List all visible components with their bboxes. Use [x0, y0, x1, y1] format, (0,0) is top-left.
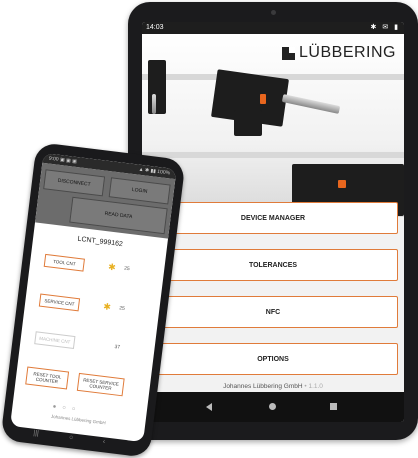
- tablet-camera: [271, 10, 276, 15]
- status-icons: ✱ ✉ ▮: [370, 24, 400, 31]
- tablet-nav-bar: [142, 392, 404, 422]
- machine-rod: [152, 94, 156, 114]
- recent-apps-icon[interactable]: |||: [33, 430, 39, 438]
- tool-count-value: 25: [123, 265, 130, 273]
- company-name: Johannes Lübbering GmbH: [223, 383, 303, 390]
- tolerances-button[interactable]: TOLERANCES: [148, 249, 398, 281]
- device-manager-button[interactable]: DEVICE MANAGER: [148, 202, 398, 234]
- reset-tool-counter-button[interactable]: RESET TOOL COUNTER: [25, 366, 70, 390]
- machine-count-value: 37: [114, 343, 121, 351]
- tool-cnt-button[interactable]: TOOL CNT: [43, 253, 85, 272]
- machine-part: [148, 60, 166, 114]
- page-indicator: ●○○: [52, 403, 82, 414]
- home-icon[interactable]: [269, 403, 276, 410]
- machine-part: [234, 110, 262, 136]
- phone-screen: 9:00 ▣ ▣ ▣ ▲ ✱ ▮▮ 100% DISCONNECT LOGIN …: [10, 152, 177, 443]
- status-time: 14:03: [146, 24, 164, 31]
- shelf: [142, 152, 404, 158]
- gear-icon: ✱: [102, 301, 112, 313]
- tablet-screen: 14:03 ✱ ✉ ▮ LÜBBERING DEVICE MANAGER TOL…: [142, 22, 404, 422]
- service-cnt-button[interactable]: SERVICE CNT: [38, 293, 81, 312]
- back-icon[interactable]: [206, 403, 212, 411]
- brand-logo: LÜBBERING: [282, 44, 396, 62]
- machine-rod: [281, 94, 341, 114]
- machine-detail: [338, 180, 346, 188]
- reset-service-counter-button[interactable]: RESET SERVICE COUNTER: [76, 372, 125, 397]
- gear-icon: ✱: [107, 261, 117, 273]
- machine-cnt-button[interactable]: MACHINE CNT: [34, 331, 76, 350]
- disconnect-button[interactable]: DISCONNECT: [43, 169, 106, 197]
- options-button[interactable]: OPTIONS: [148, 343, 398, 375]
- tablet-footer: Johannes Lübbering GmbH • 1.1.0: [142, 383, 404, 390]
- recent-apps-icon[interactable]: [330, 403, 337, 410]
- brand-name: LÜBBERING: [299, 44, 396, 61]
- service-count-value: 25: [118, 305, 126, 312]
- logo-mark-icon: [282, 46, 296, 60]
- login-button[interactable]: LOGIN: [108, 177, 171, 205]
- home-icon[interactable]: ○: [69, 434, 74, 441]
- nfc-button[interactable]: NFC: [148, 296, 398, 328]
- machine-detail: [260, 94, 266, 104]
- tablet-status-bar: 14:03 ✱ ✉ ▮: [142, 22, 404, 34]
- app-version: • 1.1.0: [302, 383, 323, 390]
